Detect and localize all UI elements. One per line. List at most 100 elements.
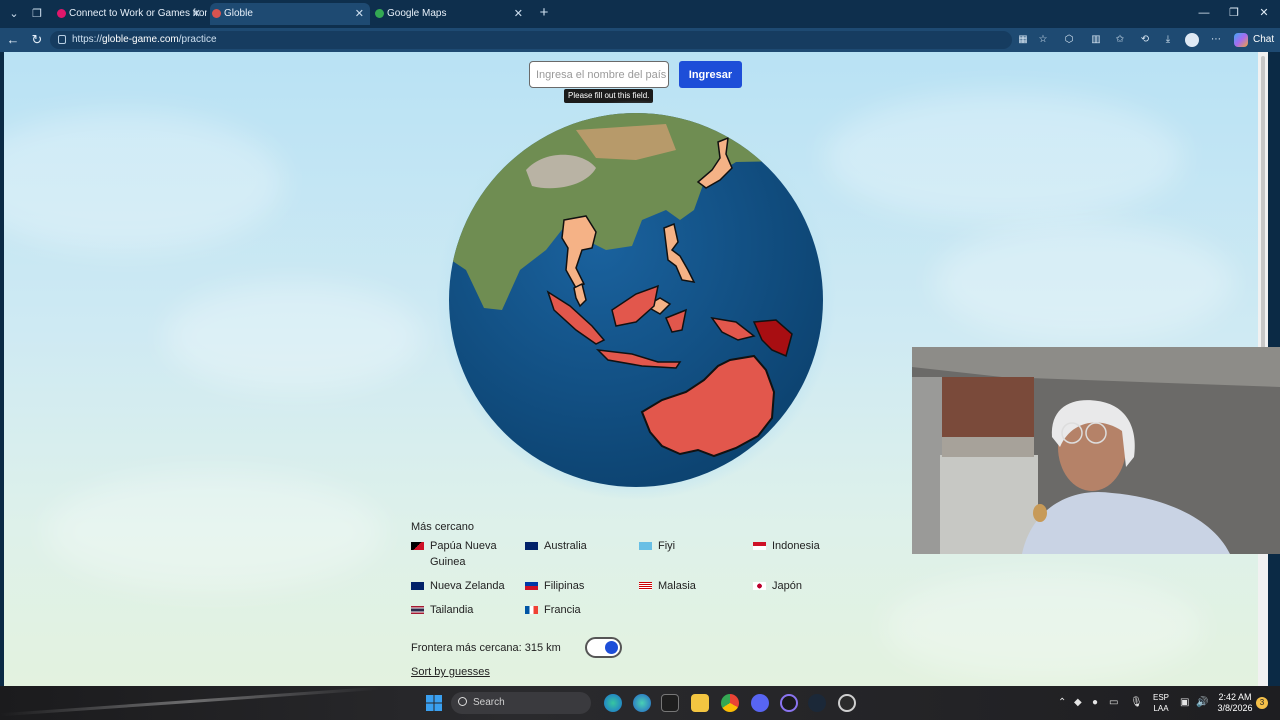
close-tab-icon[interactable]: ✕ (192, 3, 201, 25)
flag-tha-icon (411, 606, 424, 614)
notification-badge[interactable]: 3 (1256, 697, 1268, 709)
split-screen-icon[interactable]: ▥ (1089, 33, 1103, 47)
copilot-icon[interactable] (1234, 33, 1248, 47)
guess-country-name: Francia (544, 604, 581, 616)
refresh-icon[interactable]: ↻ (28, 31, 46, 49)
flag-fji-icon (639, 542, 652, 550)
sort-by-guesses-link[interactable]: Sort by guesses (411, 664, 490, 680)
guess-item: Tailandia (411, 602, 521, 618)
language-indicator[interactable]: ESP LAA (1150, 692, 1172, 714)
steam-icon[interactable] (808, 694, 826, 712)
guess-country-name: Japón (772, 580, 802, 592)
tab-favicon-icon (57, 9, 66, 18)
closest-title: Más cercano (411, 521, 474, 533)
close-tab-icon[interactable]: ✕ (514, 3, 523, 25)
flag-jpn-icon (753, 582, 766, 590)
flag-idn-icon (753, 542, 766, 550)
url-field[interactable]: https://globle-game.com/practice ▦ ☆ (50, 31, 1047, 49)
favorite-star-icon[interactable]: ☆ (1036, 33, 1050, 47)
app-available-icon[interactable]: ▦ (1016, 33, 1030, 47)
lock-icon (58, 35, 66, 44)
flag-fra-icon (525, 606, 538, 614)
globe[interactable] (436, 100, 836, 500)
guess-item: Filipinas (525, 578, 635, 594)
tab-title: Connect to Work or Games from A (69, 8, 207, 19)
edge-icon[interactable] (604, 694, 622, 712)
guess-country-name: Papúa Nueva Guinea (430, 540, 497, 568)
tray-app-icon[interactable]: ● (1092, 696, 1098, 710)
closest-border-label: Frontera más cercana: (411, 642, 522, 654)
obs-icon[interactable] (838, 694, 856, 712)
webcam-overlay (912, 347, 1280, 554)
url-text: https://globle-game.com/practice (72, 34, 217, 45)
flag-nzl-icon (411, 582, 424, 590)
guess-item: Fiyi (639, 538, 749, 554)
closest-border-value: 315 (524, 642, 544, 654)
tab-favicon-icon (375, 9, 384, 18)
tray-app-icon[interactable]: ▭ (1109, 696, 1118, 710)
guess-item: Nueva Zelanda (411, 578, 521, 594)
app-icon[interactable] (780, 694, 798, 712)
restore-icon[interactable]: ❐ (1226, 4, 1242, 22)
terminal-icon[interactable] (661, 694, 679, 712)
tab-globle[interactable]: Globle ✕ (210, 3, 370, 25)
guess-item: Francia (525, 602, 635, 618)
closest-border-text: Frontera más cercana: 315 km (411, 640, 561, 656)
toggle-knob (605, 641, 618, 654)
language-code: ESP (1152, 693, 1169, 702)
tab-title: Globle (224, 8, 253, 19)
back-arrow-icon[interactable]: ← (4, 31, 22, 49)
windows-start-icon[interactable] (425, 694, 443, 712)
submit-guess-button[interactable]: Ingresar (679, 61, 742, 88)
edge-icon[interactable] (633, 694, 651, 712)
microphone-icon[interactable]: 🎙 (1130, 696, 1143, 710)
more-options-icon[interactable]: ⋯ (1209, 33, 1223, 47)
tab-connect-to-work[interactable]: Connect to Work or Games from A ✕ (55, 3, 207, 25)
guess-item: Papúa Nueva Guinea (411, 538, 521, 570)
tab-actions-chevron-icon[interactable]: ⌄ (5, 5, 23, 23)
favorites-icon[interactable]: ✩ (1113, 33, 1127, 47)
file-explorer-icon[interactable] (691, 694, 709, 712)
webcam-feed-image (912, 347, 1280, 554)
close-window-icon[interactable]: ✕ (1256, 4, 1272, 22)
guess-item: Malasia (639, 578, 749, 594)
guess-country-name: Malasia (658, 580, 696, 592)
guess-country-name: Fiyi (658, 540, 676, 552)
guess-country-name: Australia (544, 540, 587, 552)
volume-icon[interactable]: 🔊 (1196, 696, 1208, 710)
keyboard-layout: LAA (1153, 704, 1169, 713)
distance-toggle[interactable] (585, 637, 622, 658)
show-hidden-icons[interactable]: ⌃ (1058, 696, 1066, 710)
flag-phl-icon (525, 582, 538, 590)
taskbar-search-label: Search (473, 697, 505, 708)
profile-avatar-icon[interactable] (1185, 33, 1199, 47)
guess-item: Japón (753, 578, 863, 594)
guess-country-name: Filipinas (544, 580, 585, 592)
minimize-icon[interactable]: — (1196, 4, 1212, 22)
browser-tab-bar: ⌄ ❐ Connect to Work or Games from A ✕ Gl… (0, 0, 1280, 28)
extensions-icon[interactable]: ⬡ (1062, 33, 1076, 47)
network-icon[interactable]: ▣ (1180, 696, 1189, 710)
tab-favicon-icon (212, 9, 221, 18)
clock-time: 2:42 AM (1218, 692, 1252, 702)
closest-border-unit: km (546, 642, 561, 654)
discord-icon[interactable] (751, 694, 769, 712)
new-tab-button[interactable]: + (536, 3, 552, 23)
flag-png-icon (411, 542, 424, 550)
tab-title: Google Maps (387, 8, 447, 19)
history-icon[interactable]: ⟲ (1138, 33, 1152, 47)
taskbar-search[interactable]: Search (451, 692, 591, 714)
flag-aus-icon (525, 542, 538, 550)
search-icon (458, 697, 467, 706)
tab-google-maps[interactable]: Google Maps ✕ (373, 3, 529, 25)
guess-item: Indonesia (753, 538, 863, 554)
country-search-input[interactable] (529, 61, 669, 88)
chat-button[interactable]: Chat (1253, 33, 1274, 47)
chrome-icon[interactable] (721, 694, 739, 712)
close-tab-icon[interactable]: ✕ (355, 3, 364, 25)
tray-app-icon[interactable]: ◆ (1074, 696, 1082, 710)
globe-svg[interactable] (436, 100, 836, 500)
downloads-icon[interactable]: ⤓ (1161, 33, 1175, 47)
system-clock[interactable]: 2:42 AM 3/8/2026 (1212, 692, 1258, 714)
workspaces-icon[interactable]: ❐ (28, 5, 46, 23)
